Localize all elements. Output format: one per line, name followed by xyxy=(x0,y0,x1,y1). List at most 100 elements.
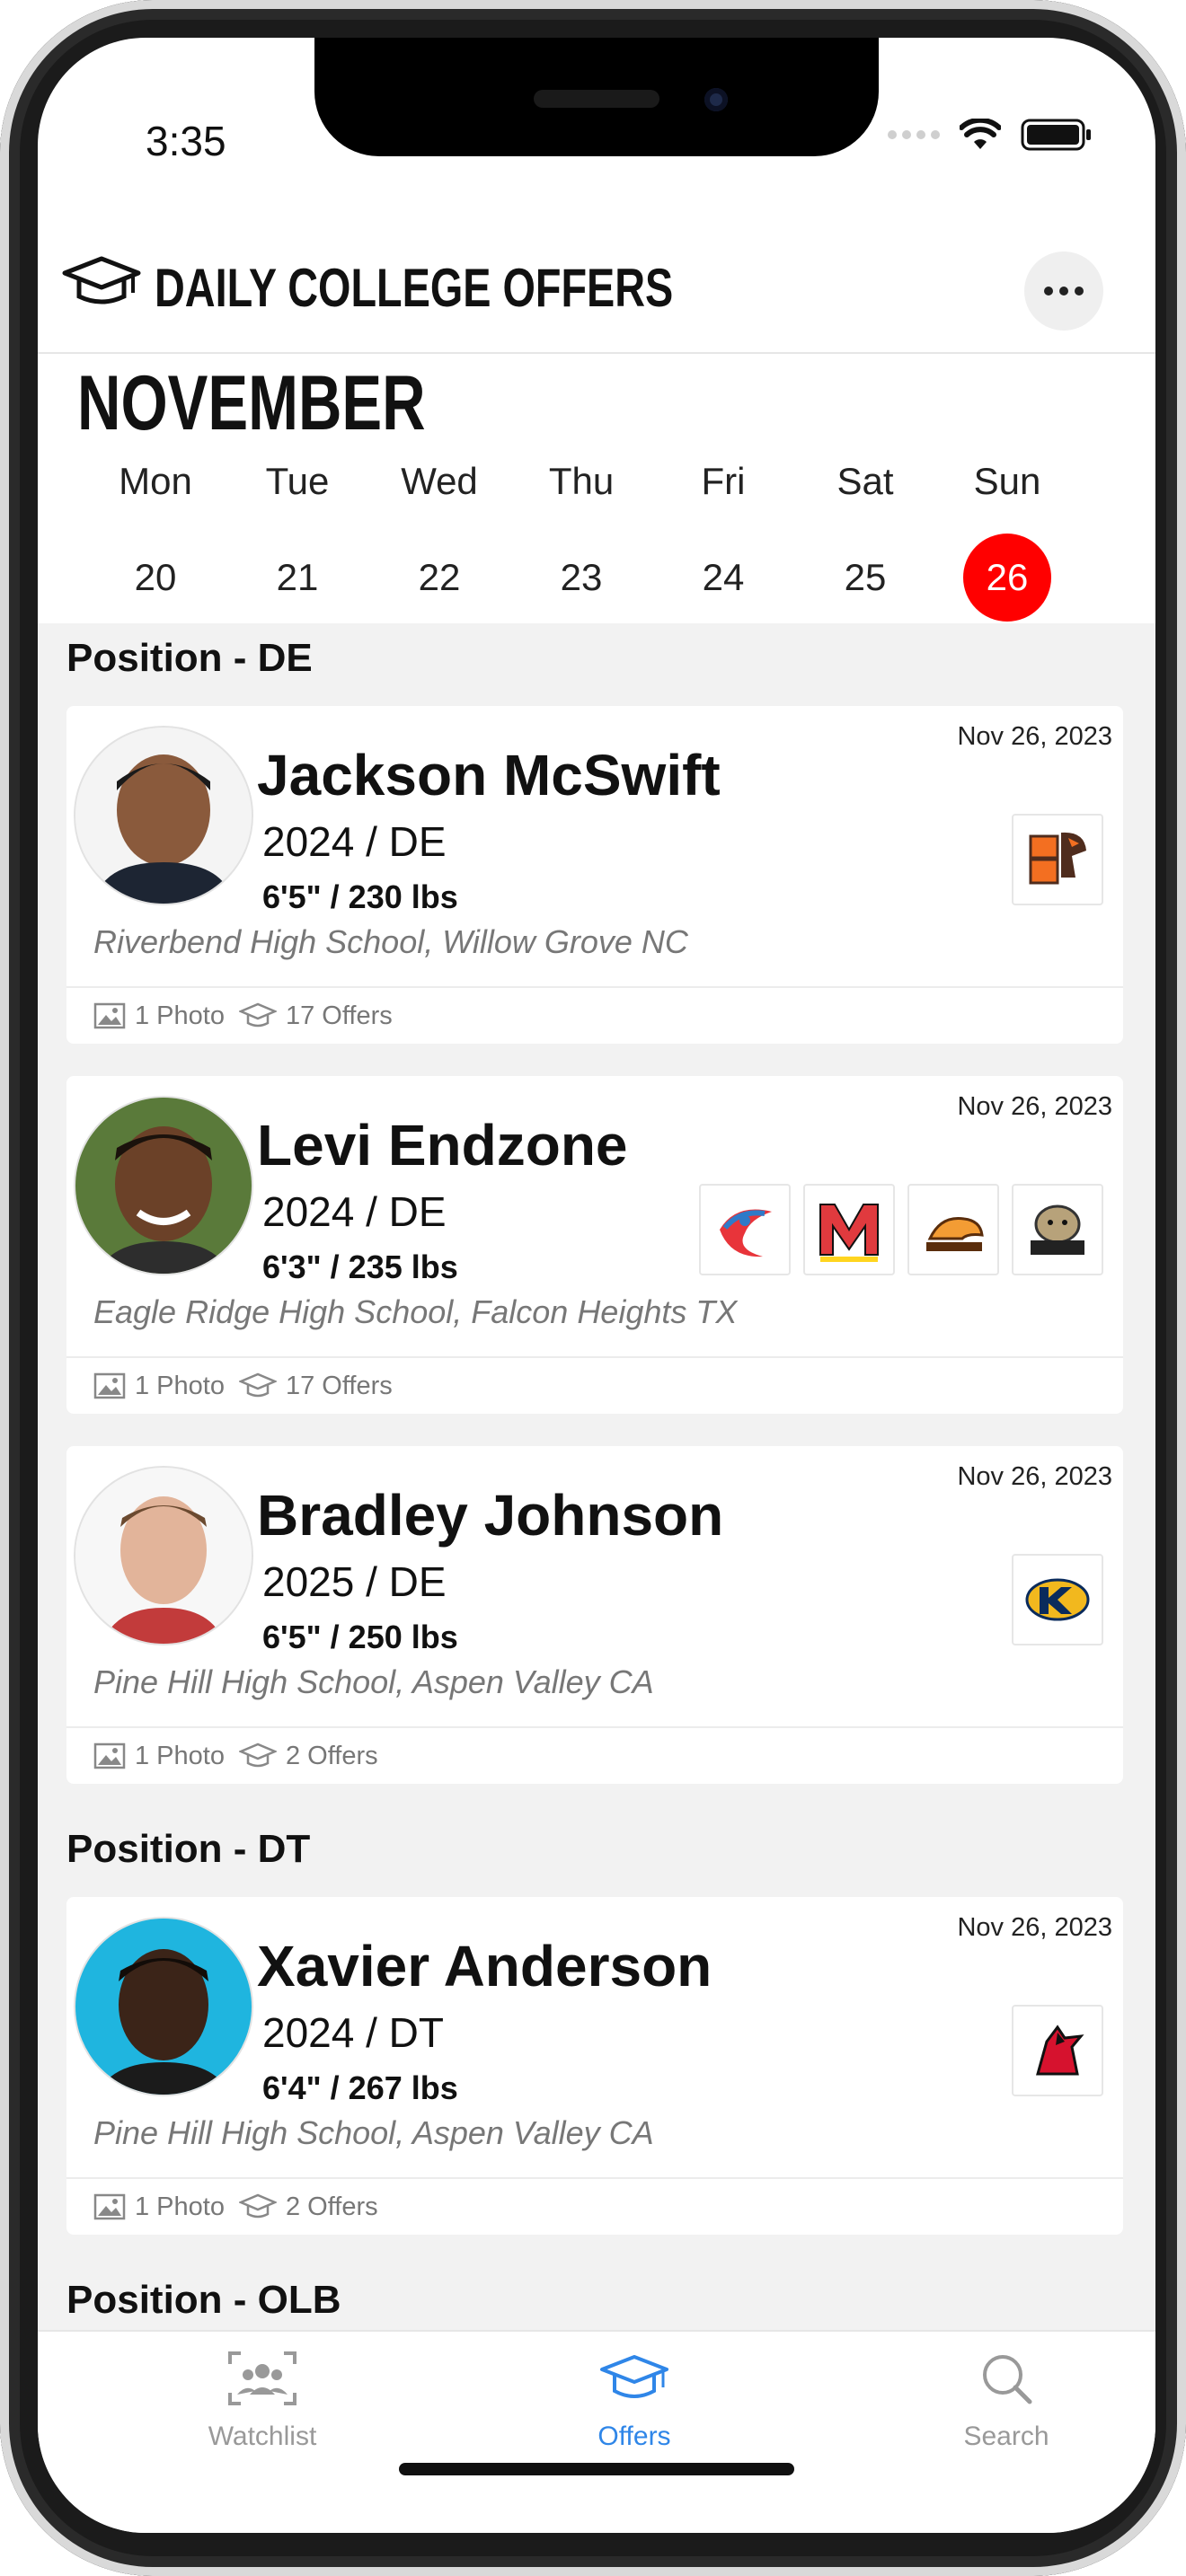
day-number: 25 xyxy=(844,556,887,598)
photo-count: 1 Photo xyxy=(135,1741,225,1770)
school-logo[interactable] xyxy=(1012,814,1103,905)
graduation-cap-icon xyxy=(600,2355,668,2398)
app-title: DAILY COLLEGE OFFERS xyxy=(155,258,674,318)
school: Eagle Ridge High School, Falcon Heights … xyxy=(93,1293,738,1330)
graduation-cap-icon xyxy=(238,2193,277,2219)
player-name: Levi Endzone xyxy=(257,1113,628,1178)
school-logo[interactable] xyxy=(1012,1184,1103,1275)
school-logo[interactable] xyxy=(1012,1554,1103,1645)
height-weight: 6'5" / 250 lbs xyxy=(262,1619,458,1655)
player-card[interactable]: Xavier Anderson 2024 / DT 6'4" / 267 lbs… xyxy=(66,1897,1123,2235)
player-card[interactable]: Bradley Johnson 2025 / DE 6'5" / 250 lbs… xyxy=(66,1446,1123,1784)
card-footer: 1 Photo 2 Offers xyxy=(66,1726,1123,1784)
offer-count: 2 Offers xyxy=(285,1741,378,1770)
battery-icon xyxy=(1021,119,1091,151)
card-footer: 1 Photo 17 Offers xyxy=(66,1356,1123,1414)
graduation-cap-icon xyxy=(238,1372,277,1398)
height-weight: 6'5" / 230 lbs xyxy=(262,878,458,915)
day-name: Tue xyxy=(265,460,330,502)
month-title: NOVEMBER xyxy=(77,360,426,446)
day-sun[interactable]: Sun 26 xyxy=(949,460,1066,622)
player-avatar xyxy=(74,1096,253,1275)
day-sat[interactable]: Sat 25 xyxy=(807,460,924,622)
signal-icon xyxy=(888,130,940,139)
status-icons xyxy=(888,117,1093,153)
school: Pine Hill High School, Aspen Valley CA xyxy=(93,2114,654,2151)
status-time: 3:35 xyxy=(146,118,226,164)
section-title: Position - DT xyxy=(66,1827,311,1871)
offer-count: 17 Offers xyxy=(285,1001,393,1030)
day-name: Sat xyxy=(836,460,894,502)
day-mon[interactable]: Mon 20 xyxy=(97,460,214,622)
more-options-button[interactable] xyxy=(1024,251,1103,331)
bowling-green-logo-icon xyxy=(1029,832,1086,885)
day-number: 22 xyxy=(418,556,461,598)
speaker xyxy=(534,90,659,108)
photo-count: 1 Photo xyxy=(135,2192,225,2221)
graduation-cap-icon xyxy=(238,1742,277,1768)
offer-date: Nov 26, 2023 xyxy=(957,1092,1112,1121)
school-logo[interactable] xyxy=(1012,2005,1103,2096)
day-tue[interactable]: Tue 21 xyxy=(239,460,356,622)
player-photo xyxy=(75,728,252,904)
player-photo xyxy=(75,1468,252,1644)
player-card[interactable]: Levi Endzone 2024 / DE 6'3" / 235 lbs Ea… xyxy=(66,1076,1123,1414)
offer-date: Nov 26, 2023 xyxy=(957,1462,1112,1491)
search-icon xyxy=(983,2355,1032,2404)
photo-count: 1 Photo xyxy=(135,1001,225,1030)
school-logo[interactable] xyxy=(803,1184,895,1275)
tab-label: Watchlist xyxy=(208,2422,317,2451)
maryland-logo-icon xyxy=(819,1204,879,1262)
player-name: Xavier Anderson xyxy=(257,1934,712,1998)
wifi-icon xyxy=(960,119,1001,149)
player-avatar xyxy=(74,1466,253,1645)
more-dot xyxy=(1059,287,1068,296)
player-card[interactable]: Jackson McSwift 2024 / DE 6'5" / 230 lbs… xyxy=(66,706,1123,1044)
day-wed[interactable]: Wed 22 xyxy=(381,460,498,622)
bulldog-logo-icon xyxy=(1031,1204,1084,1255)
graduation-cap-icon xyxy=(62,256,141,304)
school: Riverbend High School, Willow Grove NC xyxy=(93,923,688,960)
kent-state-logo-icon xyxy=(1025,1578,1090,1621)
player-photo xyxy=(75,1098,252,1274)
section-title: Position - DE xyxy=(66,636,313,680)
school-logos xyxy=(1012,814,1103,905)
more-dot xyxy=(1075,287,1084,296)
tab-offers[interactable]: Offers xyxy=(527,2350,742,2452)
offer-date: Nov 26, 2023 xyxy=(957,722,1112,751)
day-name: Sun xyxy=(973,460,1041,502)
day-number: 23 xyxy=(560,556,603,598)
day-number: 20 xyxy=(134,556,177,598)
photo-icon xyxy=(93,1002,126,1029)
height-weight: 6'4" / 267 lbs xyxy=(262,2069,458,2106)
school-logo[interactable] xyxy=(699,1184,791,1275)
hornet-logo-icon xyxy=(720,1209,772,1257)
day-thu[interactable]: Thu 23 xyxy=(523,460,640,622)
day-number: 24 xyxy=(702,556,745,598)
photo-count: 1 Photo xyxy=(135,1371,225,1400)
player-photo xyxy=(75,1919,252,2095)
height-weight: 6'3" / 235 lbs xyxy=(262,1248,458,1285)
player-avatar xyxy=(74,726,253,905)
school-logo[interactable] xyxy=(907,1184,999,1275)
offer-count: 2 Offers xyxy=(285,2192,378,2221)
player-name: Jackson McSwift xyxy=(257,743,721,807)
paw-logo-icon xyxy=(926,1216,984,1251)
photo-icon xyxy=(93,1742,126,1769)
day-number: 21 xyxy=(276,556,319,598)
photo-icon xyxy=(93,2193,126,2220)
class-position: 2025 / DE xyxy=(262,1558,447,1605)
cardinal-logo-icon xyxy=(1036,2025,1084,2076)
day-name: Mon xyxy=(119,460,192,502)
selected-day-number: 26 xyxy=(963,534,1051,622)
tab-watchlist[interactable]: Watchlist xyxy=(155,2350,370,2452)
watchlist-icon xyxy=(228,2351,296,2405)
tab-bar: Watchlist Offers Search xyxy=(38,2330,1155,2533)
card-footer: 1 Photo 17 Offers xyxy=(66,986,1123,1044)
week-strip: Mon 20 Tue 21 Wed 22 Thu 23 Fri 24 Sat 25 Sun 2… xyxy=(38,460,1155,622)
tab-search[interactable]: Search xyxy=(898,2350,1114,2452)
day-fri[interactable]: Fri 24 xyxy=(665,460,782,622)
day-name: Thu xyxy=(548,460,615,502)
tab-label: Offers xyxy=(597,2422,671,2451)
home-indicator xyxy=(399,2463,794,2475)
